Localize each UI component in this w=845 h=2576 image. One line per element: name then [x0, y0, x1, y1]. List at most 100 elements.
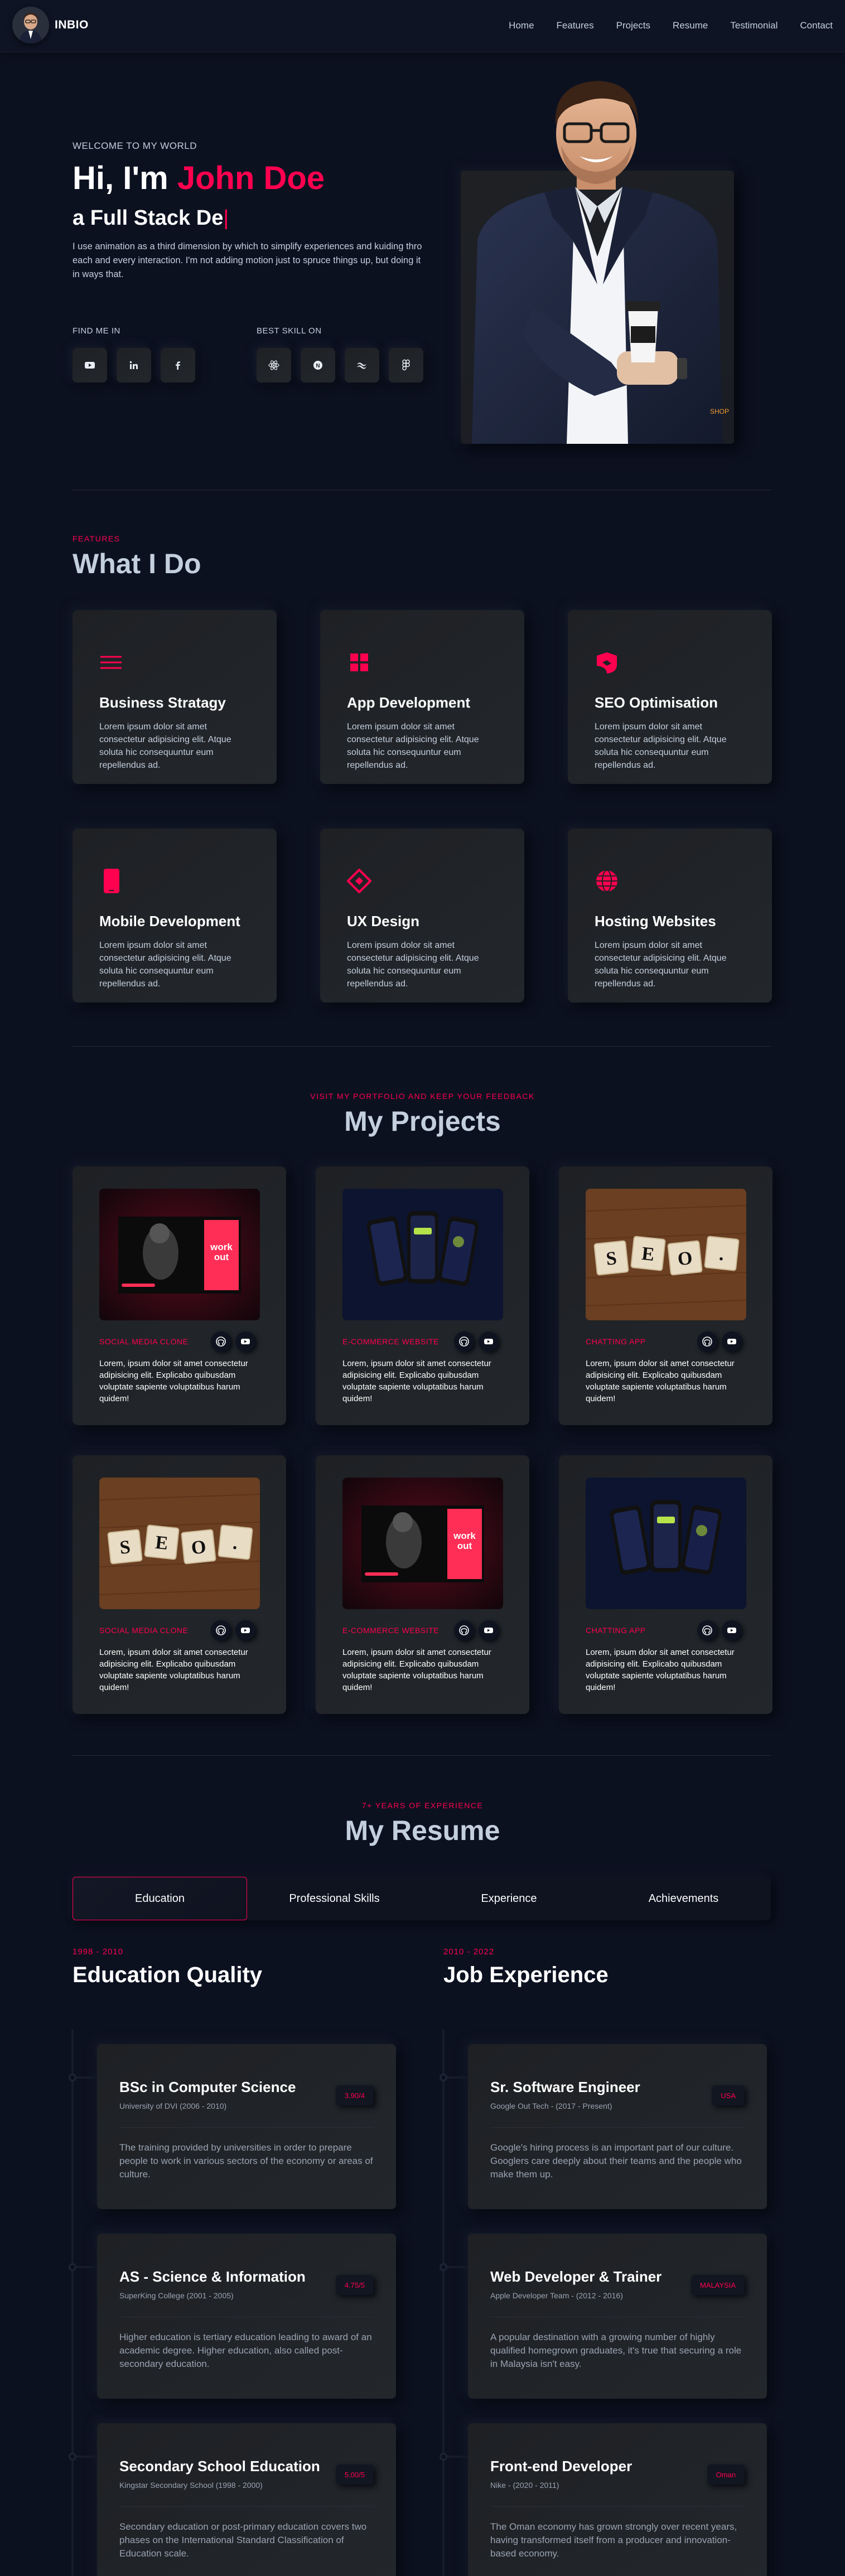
project-category: CHATTING APP — [586, 1337, 646, 1346]
resume-item-badge: 5.00/5 — [335, 2464, 374, 2485]
resume-item-description: A popular destination with a growing num… — [490, 2332, 742, 2369]
logo-text[interactable]: INBIO — [55, 18, 89, 32]
workout-word-2: out — [214, 1252, 229, 1262]
education-card[interactable]: Secondary School Education Kingstar Seco… — [97, 2423, 396, 2576]
experience-card[interactable]: Web Developer & Trainer Apple Developer … — [468, 2234, 767, 2399]
resume-item-divider — [119, 2506, 374, 2507]
project-card[interactable]: S E O . CHATTING APP Lorem, ipsum dolor … — [559, 1166, 772, 1425]
tailwind-skill[interactable] — [345, 348, 379, 382]
react-skill[interactable] — [257, 348, 291, 382]
tab-achievements[interactable]: Achievements — [596, 1877, 771, 1920]
feature-card-app[interactable]: App Development Lorem ipsum dolor sit am… — [320, 610, 524, 784]
youtube-link[interactable] — [235, 1620, 255, 1640]
experience-card[interactable]: Sr. Software Engineer Google Out Tech - … — [468, 2044, 767, 2209]
project-thumbnail[interactable]: work out — [99, 1189, 260, 1320]
svg-text:O: O — [677, 1248, 693, 1270]
tab-professional-skills[interactable]: Professional Skills — [247, 1877, 422, 1920]
feature-title: Mobile Development — [99, 913, 240, 929]
tab-education[interactable]: Education — [73, 1877, 247, 1920]
feature-card-mobile[interactable]: Mobile Development Lorem ipsum dolor sit… — [73, 829, 277, 1003]
youtube-link[interactable] — [479, 1620, 499, 1640]
workout-word-2: out — [457, 1541, 472, 1551]
resume-item-description: Secondary education or post-primary educ… — [119, 2521, 367, 2559]
github-link[interactable] — [697, 1331, 717, 1352]
ecommerce-phones-thumbnail — [342, 1189, 503, 1320]
project-description: Lorem, ipsum dolor sit amet consectetur … — [342, 1648, 491, 1692]
projects-kicker: VISIT MY PORTFOLIO AND KEEP YOUR FEEDBAC… — [310, 1092, 535, 1101]
feature-desc: Lorem ipsum dolor sit amet consectetur a… — [595, 941, 727, 989]
logo-avatar[interactable] — [12, 7, 49, 43]
nav-resume[interactable]: Resume — [673, 20, 708, 31]
github-link[interactable] — [211, 1620, 231, 1640]
github-link[interactable] — [211, 1331, 231, 1352]
project-category: E-COMMERCE WEBSITE — [342, 1626, 440, 1635]
education-card[interactable]: BSc in Computer Science University of DV… — [97, 2044, 396, 2209]
nav-features[interactable]: Features — [557, 20, 594, 31]
youtube-link[interactable] — [73, 348, 107, 382]
feature-card-business[interactable]: Business Stratagy Lorem ipsum dolor sit … — [73, 610, 277, 784]
project-card[interactable]: CHATTING APP Lorem, ipsum dolor sit amet… — [559, 1455, 772, 1714]
svg-text:E: E — [641, 1243, 655, 1265]
experience-heading: Job Experience — [443, 1963, 609, 1987]
svg-text:N: N — [316, 363, 320, 369]
feature-card-hosting[interactable]: Hosting Websites Lorem ipsum dolor sit a… — [568, 829, 772, 1003]
youtube-icon — [727, 1339, 736, 1344]
project-thumbnail[interactable]: S E O . — [99, 1478, 260, 1609]
project-card[interactable]: S E O . SOCIAL MEDIA CLONE Lorem, ipsum … — [73, 1455, 286, 1714]
project-links — [454, 1620, 499, 1640]
nav-contact[interactable]: Contact — [800, 20, 833, 31]
youtube-link[interactable] — [235, 1331, 255, 1352]
feature-title: Business Stratagy — [99, 694, 226, 711]
youtube-link[interactable] — [479, 1331, 499, 1352]
feature-card-ux[interactable]: UX Design Lorem ipsum dolor sit amet con… — [320, 829, 524, 1003]
globe-icon — [596, 870, 617, 892]
mobile-phone-icon — [104, 869, 119, 893]
timeline-connector — [445, 2456, 469, 2458]
project-thumbnail[interactable] — [342, 1189, 503, 1320]
cup-label: SHOP — [710, 408, 729, 415]
project-card[interactable]: work out SOCIAL MEDIA CLONE Lorem, ipsum… — [73, 1166, 286, 1425]
experience-card[interactable]: Front-end Developer Nike - (2020 - 2011)… — [468, 2423, 767, 2576]
youtube-icon — [241, 1628, 250, 1633]
github-link[interactable] — [454, 1620, 474, 1640]
youtube-link[interactable] — [722, 1331, 742, 1352]
project-description: Lorem, ipsum dolor sit amet consectetur … — [586, 1359, 735, 1403]
feature-title: Hosting Websites — [595, 913, 716, 929]
project-card[interactable]: E-COMMERCE WEBSITE Lorem, ipsum dolor si… — [316, 1166, 529, 1425]
best-skill-label: BEST SKILL ON — [257, 326, 322, 336]
hero-description: I use animation as a third dimension by … — [73, 241, 422, 279]
github-link[interactable] — [454, 1331, 474, 1352]
timeline-connector — [74, 2266, 98, 2268]
hero-title: Hi, I'm John Doe — [73, 159, 325, 197]
seo-tiles-thumbnail: S E O . — [586, 1189, 746, 1320]
resume-item-divider — [490, 2506, 745, 2507]
react-icon — [268, 360, 279, 370]
nav-home[interactable]: Home — [509, 20, 534, 31]
project-thumbnail[interactable]: work out — [342, 1478, 503, 1609]
youtube-icon — [241, 1339, 250, 1344]
project-thumbnail[interactable] — [586, 1478, 746, 1609]
node-skill[interactable]: N — [301, 348, 335, 382]
hero-name: John Doe — [177, 160, 325, 196]
nav-testimonial[interactable]: Testimonial — [730, 20, 778, 31]
resume-item-description: The Oman economy has grown strongly over… — [490, 2521, 737, 2559]
project-links — [454, 1331, 499, 1352]
education-card[interactable]: AS - Science & Information SuperKing Col… — [97, 2234, 396, 2399]
experience-years: 2010 - 2022 — [443, 1947, 495, 1957]
typing-cursor: | — [223, 206, 229, 230]
project-card[interactable]: work out E-COMMERCE WEBSITE Lorem, ipsum… — [316, 1455, 529, 1714]
linkedin-link[interactable] — [117, 348, 151, 382]
tab-experience[interactable]: Experience — [422, 1877, 596, 1920]
resume-item-meta: Google Out Tech - (2017 - Present) — [490, 2102, 612, 2110]
figma-skill[interactable] — [389, 348, 423, 382]
facebook-link[interactable] — [161, 348, 195, 382]
education-heading: Education Quality — [73, 1963, 263, 1987]
nav-projects[interactable]: Projects — [616, 20, 650, 31]
feature-card-seo[interactable]: SEO Optimisation Lorem ipsum dolor sit a… — [568, 610, 772, 784]
project-thumbnail[interactable]: S E O . — [586, 1189, 746, 1320]
portrait-man-illustration: SHOP — [472, 81, 729, 444]
github-icon — [702, 1625, 712, 1635]
project-category: CHATTING APP — [586, 1626, 646, 1635]
github-link[interactable] — [697, 1620, 717, 1640]
youtube-link[interactable] — [722, 1620, 742, 1640]
